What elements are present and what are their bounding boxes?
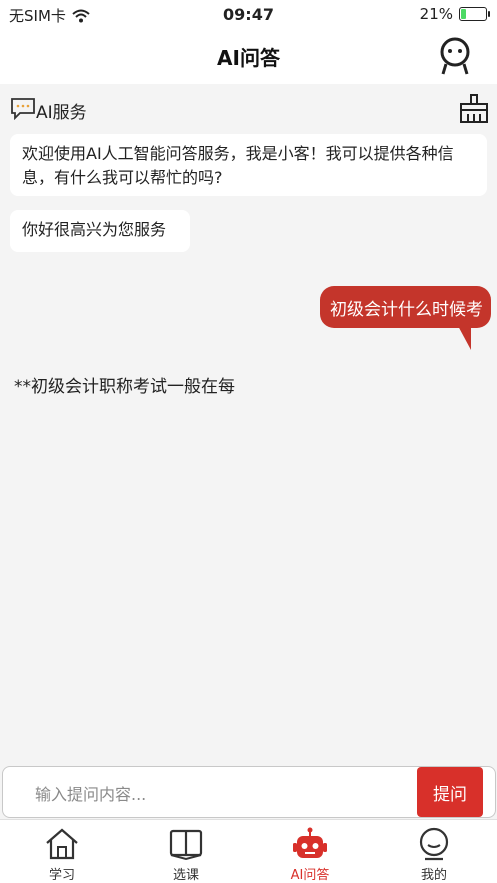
bot-message: 欢迎使用AI人工智能问答服务，我是小客！我可以提供各种信息，有什么我可以帮忙的吗…: [10, 134, 487, 196]
user-message-tail: [457, 324, 471, 350]
page-title: AI问答: [217, 46, 280, 70]
service-label: AI服务: [36, 103, 87, 123]
user-message: 初级会计什么时候考: [320, 286, 491, 328]
tab-ai-qa[interactable]: AI问答: [248, 820, 372, 883]
tab-label: 学习: [48, 868, 75, 883]
input-placeholder: 输入提问内容...: [35, 785, 147, 804]
robot-icon: [293, 827, 327, 858]
tab-bar: 学习 选课 AI问答 我的: [0, 819, 497, 883]
tab-courses[interactable]: 选课: [124, 820, 248, 883]
ask-button[interactable]: 提问: [417, 767, 483, 817]
bot-answer: **初级会计职称考试一般在每: [14, 377, 235, 397]
tab-mine[interactable]: 我的: [372, 820, 496, 883]
profile-icon: [419, 827, 449, 861]
status-right: 21%: [419, 5, 490, 23]
service-row: AI服务: [10, 94, 490, 124]
tab-label: 我的: [420, 868, 447, 883]
home-icon: [46, 828, 78, 860]
customer-service-icon[interactable]: [437, 36, 473, 76]
battery-fill: [461, 9, 466, 19]
bot-message: 你好很高兴为您服务: [10, 210, 190, 252]
broom-icon[interactable]: [458, 94, 490, 124]
tab-label: 选课: [172, 868, 199, 883]
battery-percent: 21%: [419, 5, 453, 23]
status-bar: 无SIM卡 09:47 21%: [0, 0, 497, 28]
battery-icon: [459, 7, 490, 21]
tab-study[interactable]: 学习: [0, 820, 124, 883]
chat-bubble-icon: [11, 98, 35, 120]
tab-label: AI问答: [290, 868, 330, 883]
book-icon: [169, 829, 203, 861]
nav-bar: AI问答: [0, 28, 497, 84]
